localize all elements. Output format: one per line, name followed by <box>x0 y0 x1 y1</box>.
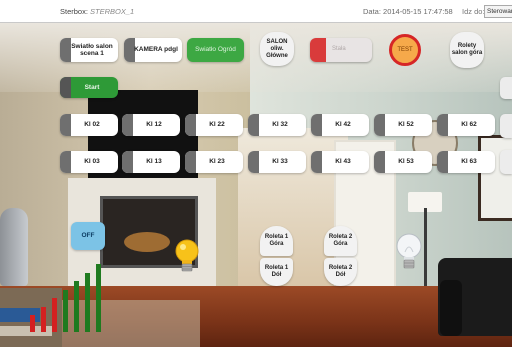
tile-grip <box>60 114 71 136</box>
kl-33-button[interactable]: Kl 33 <box>248 151 306 173</box>
tile-grip <box>374 151 385 173</box>
salon-oliw-glowne-label: SALON oliw. Główne <box>266 38 288 59</box>
kl-32-label: Kl 32 <box>272 121 288 129</box>
kl-53-label: Kl 53 <box>398 158 414 166</box>
app-title: Sterbox: STERBOX_1 <box>60 7 134 16</box>
background-penguin-statue <box>0 208 28 286</box>
tile-grip <box>437 114 448 136</box>
top-status-bar: Sterbox: STERBOX_1 Data: 2014-05-15 17:4… <box>0 0 512 23</box>
background-sofa-arm <box>440 280 462 336</box>
tile-grip <box>60 151 71 173</box>
red-indicator <box>310 38 326 62</box>
background-fire <box>124 232 170 252</box>
roleta-1-dol-label: Roleta 1 Dół <box>264 265 289 278</box>
kl-02-label: Kl 02 <box>84 121 100 129</box>
app-label: Sterbox: <box>60 7 88 16</box>
red-toggle-label: Stała <box>332 46 346 52</box>
rolety-salon-gora-button[interactable]: Rolety salon góra <box>450 32 484 68</box>
side-tab-bottom[interactable] <box>500 150 512 174</box>
kl-63-label: Kl 63 <box>461 158 477 166</box>
tile-grip <box>122 114 133 136</box>
roleta-2-gora-label: Roleta 2 Góra <box>328 234 353 247</box>
goto-select[interactable]: Sterowan <box>484 5 512 18</box>
bulb-off-icon[interactable] <box>395 232 423 276</box>
kl-62-button[interactable]: Kl 62 <box>437 114 495 136</box>
kl-22-button[interactable]: Kl 22 <box>185 114 243 136</box>
roleta-2-dol-label: Roleta 2 Dół <box>328 265 353 278</box>
kl-13-button[interactable]: Kl 13 <box>122 151 180 173</box>
kl-12-button[interactable]: Kl 12 <box>122 114 180 136</box>
tile-grip <box>311 114 322 136</box>
signal-bar <box>52 298 57 332</box>
kl-52-label: Kl 52 <box>398 121 414 129</box>
tile-grip <box>311 151 322 173</box>
kl-52-button[interactable]: Kl 52 <box>374 114 432 136</box>
red-toggle-button[interactable]: Stała <box>310 38 372 62</box>
signal-bar <box>41 306 46 332</box>
signal-bar <box>30 315 35 332</box>
off-label: OFF <box>81 232 95 240</box>
date-label: Data: <box>363 7 381 16</box>
kl-03-label: Kl 03 <box>84 158 100 166</box>
side-tab-top[interactable] <box>500 77 512 99</box>
kamera-pdgl-button[interactable]: KAMERA pdgl <box>124 38 182 62</box>
kl-53-button[interactable]: Kl 53 <box>374 151 432 173</box>
kl-43-button[interactable]: Kl 43 <box>311 151 369 173</box>
kl-02-button[interactable]: Kl 02 <box>60 114 118 136</box>
start-label: Start <box>84 83 100 91</box>
tile-grip <box>185 114 196 136</box>
kl-63-button[interactable]: Kl 63 <box>437 151 495 173</box>
kl-42-label: Kl 42 <box>335 121 351 129</box>
roleta-2-gora-button[interactable]: Roleta 2 Góra <box>324 226 357 256</box>
kamera-pdgl-label: KAMERA pdgl <box>134 46 178 54</box>
signal-bar <box>85 272 90 332</box>
signal-bar <box>63 289 68 332</box>
sterbox-dashboard: Sterbox: STERBOX_1 Data: 2014-05-15 17:4… <box>0 0 512 347</box>
tile-grip <box>248 151 259 173</box>
salon-oliw-glowne-button[interactable]: SALON oliw. Główne <box>260 32 294 66</box>
swiatlo-ogrod-button[interactable]: Swiatło Ogród <box>187 38 244 62</box>
signal-bar <box>96 264 101 332</box>
goto-label: Idz do: <box>462 7 485 16</box>
swiatlo-salon-scena-label: Swiatło salon scena 1 <box>71 42 113 58</box>
kl-43-label: Kl 43 <box>335 158 351 166</box>
swiatlo-salon-scena-button[interactable]: Swiatło salon scena 1 <box>60 38 118 62</box>
kl-32-button[interactable]: Kl 32 <box>248 114 306 136</box>
tile-grip <box>185 151 196 173</box>
rolety-salon-gora-label: Rolety salon góra <box>451 43 483 56</box>
tile-grip <box>374 114 385 136</box>
kl-33-label: Kl 33 <box>272 158 288 166</box>
date-value: 2014-05-15 17:47:58 <box>383 7 453 16</box>
kl-62-label: Kl 62 <box>461 121 477 129</box>
test-button[interactable]: TEST <box>389 34 421 66</box>
side-tab-middle[interactable] <box>500 114 512 138</box>
signal-strength-bars <box>30 260 118 332</box>
kl-03-button[interactable]: Kl 03 <box>60 151 118 173</box>
app-name: STERBOX_1 <box>90 7 135 16</box>
off-button[interactable]: OFF <box>71 222 105 250</box>
signal-bar <box>74 281 79 332</box>
roleta-1-gora-button[interactable]: Roleta 1 Góra <box>260 226 293 256</box>
kl-23-label: Kl 23 <box>209 158 225 166</box>
tile-grip <box>122 151 133 173</box>
date-display: Data: 2014-05-15 17:47:58 <box>363 7 453 16</box>
swiatlo-ogrod-label: Swiatło Ogród <box>195 46 236 54</box>
kl-22-label: Kl 22 <box>209 121 225 129</box>
kl-42-button[interactable]: Kl 42 <box>311 114 369 136</box>
start-button[interactable]: Start <box>60 77 118 98</box>
kl-13-label: Kl 13 <box>146 158 162 166</box>
tile-grip <box>437 151 448 173</box>
roleta-1-gora-label: Roleta 1 Góra <box>264 234 289 247</box>
tile-grip <box>248 114 259 136</box>
kl-12-label: Kl 12 <box>146 121 162 129</box>
background-window <box>478 135 512 221</box>
kl-23-button[interactable]: Kl 23 <box>185 151 243 173</box>
tile-grip <box>60 77 71 98</box>
test-label: TEST <box>397 47 413 53</box>
bulb-on-icon[interactable] <box>174 238 200 278</box>
